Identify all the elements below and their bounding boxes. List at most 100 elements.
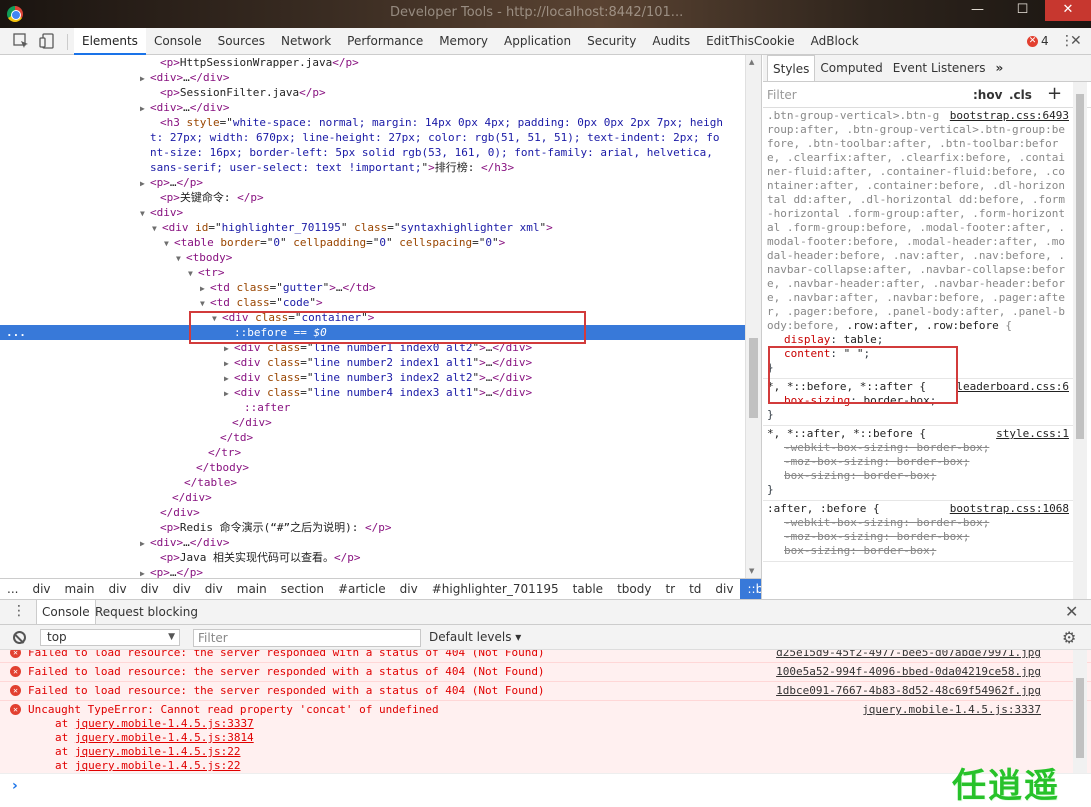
device-toolbar-icon[interactable]	[38, 32, 56, 50]
stack-frame[interactable]: at jquery.mobile-1.4.5.js:3337	[28, 717, 1091, 731]
breadcrumb-item[interactable]: ...	[0, 579, 25, 599]
tab-performance[interactable]: Performance	[339, 28, 431, 55]
maximize-button[interactable]: ☐	[1000, 0, 1045, 21]
error-counter[interactable]: ✕ 4	[1027, 34, 1049, 48]
class-toggle-button[interactable]: .cls	[1009, 88, 1032, 102]
declaration[interactable]: content: " ";	[767, 347, 1069, 361]
styles-filter-input[interactable]	[765, 85, 960, 105]
expanded-triangle-icon[interactable]: ▼	[212, 311, 222, 326]
dom-node[interactable]: ▶ <div>…</div>	[0, 70, 745, 85]
dom-node[interactable]: </td>	[0, 430, 745, 445]
source-link[interactable]: jquery.mobile-1.4.5.js:3337	[862, 703, 1041, 717]
new-style-rule-button[interactable]: +	[1047, 83, 1062, 104]
breadcrumb-item[interactable]: table	[566, 579, 610, 599]
expanded-triangle-icon[interactable]: ▼	[188, 266, 198, 281]
scroll-thumb[interactable]	[1076, 678, 1084, 758]
overridden-declaration[interactable]: -webkit-box-sizing: border-box;	[767, 516, 1069, 530]
collapsed-triangle-icon[interactable]: ▶	[200, 281, 210, 296]
property-name[interactable]: box-sizing	[784, 394, 850, 407]
close-window-button[interactable]: ✕	[1045, 0, 1091, 21]
styles-scrollbar[interactable]	[1073, 82, 1087, 599]
declaration[interactable]: box-sizing: border-box;	[767, 394, 1069, 408]
close-devtools-icon[interactable]: ✕	[1070, 33, 1082, 49]
dom-node[interactable]: ▼ <tr>	[0, 265, 745, 280]
dom-node[interactable]: <p>关键命令: </p>	[0, 190, 745, 205]
rule-source-link[interactable]: bootstrap.css:1068	[950, 502, 1069, 516]
source-link[interactable]: 1dbce091-7667-4b83-8d52-48c69f54962f.jpg	[776, 684, 1041, 698]
scroll-up-icon[interactable]: ▲	[749, 58, 754, 66]
scroll-thumb[interactable]	[749, 338, 758, 418]
collapsed-triangle-icon[interactable]: ▶	[140, 536, 150, 551]
property-value[interactable]: table	[844, 333, 877, 346]
breadcrumb-item[interactable]: div	[708, 579, 740, 599]
node-actions-icon[interactable]: ...	[6, 325, 26, 340]
dom-node[interactable]: ▼ <div id="highlighter_701195" class="syn…	[0, 220, 745, 235]
more-tabs-icon[interactable]: »	[990, 55, 1008, 81]
elements-scrollbar[interactable]: ▲ ▼	[745, 55, 761, 578]
overridden-declaration[interactable]: -moz-box-sizing: border-box;	[767, 530, 1069, 544]
expanded-triangle-icon[interactable]: ▼	[200, 296, 210, 311]
dom-node[interactable]: ▶ <div class="line number3 index2 alt2">……	[0, 370, 745, 385]
breadcrumb-item[interactable]: ::before	[740, 579, 761, 599]
breadcrumb-item[interactable]: #article	[331, 579, 393, 599]
tab-memory[interactable]: Memory	[431, 28, 496, 55]
overridden-declaration[interactable]: -webkit-box-sizing: border-box;	[767, 441, 1069, 455]
collapsed-triangle-icon[interactable]: ▶	[224, 371, 234, 386]
tab-security[interactable]: Security	[579, 28, 644, 55]
dom-node[interactable]: ▼ <td class="code">	[0, 295, 745, 310]
breadcrumb-item[interactable]: tbody	[610, 579, 658, 599]
breadcrumb-item[interactable]: #highlighter_701195	[425, 579, 566, 599]
collapsed-triangle-icon[interactable]: ▶	[140, 71, 150, 86]
context-select[interactable]: top ▼	[40, 629, 180, 646]
dom-node[interactable]: ▼ <table border="0" cellpadding="0" cells…	[0, 235, 745, 250]
dom-node[interactable]: ▼ <tbody>	[0, 250, 745, 265]
dom-node[interactable]: </table>	[0, 475, 745, 490]
dom-node[interactable]: ▶ <p>…</p>	[0, 565, 745, 578]
dom-node[interactable]: <p>HttpSessionWrapper.java</p>	[0, 55, 745, 70]
breadcrumb-item[interactable]: div	[134, 579, 166, 599]
property-name[interactable]: content	[784, 347, 830, 360]
collapsed-triangle-icon[interactable]: ▶	[224, 356, 234, 371]
dom-node[interactable]: </div>	[0, 490, 745, 505]
console-filter-input[interactable]	[193, 629, 421, 647]
tab-application[interactable]: Application	[496, 28, 579, 55]
console-error-message[interactable]: ✕ Failed to load resource: the server res…	[0, 663, 1091, 682]
collapsed-triangle-icon[interactable]: ▶	[140, 101, 150, 116]
stack-frame[interactable]: at jquery.mobile-1.4.5.js:22	[28, 759, 1091, 773]
hover-state-button[interactable]: :hov	[973, 88, 1002, 102]
dom-node[interactable]: ▶ <p>…</p>	[0, 175, 745, 190]
overridden-declaration[interactable]: -moz-box-sizing: border-box;	[767, 455, 1069, 469]
dom-node[interactable]: ▶ <div class="line number1 index0 alt2">……	[0, 340, 745, 355]
breadcrumb-item[interactable]: div	[166, 579, 198, 599]
declaration[interactable]: display: table;	[767, 333, 1069, 347]
dom-node[interactable]: ▶ <div class="line number2 index1 alt1">……	[0, 355, 745, 370]
tab-network[interactable]: Network	[273, 28, 339, 55]
breadcrumb-item[interactable]: tr	[658, 579, 682, 599]
collapsed-triangle-icon[interactable]: ▶	[224, 341, 234, 356]
breadcrumb-item[interactable]: div	[102, 579, 134, 599]
tab-computed[interactable]: Computed	[815, 55, 887, 81]
tab-styles[interactable]: Styles	[767, 55, 816, 81]
drawer-menu-icon[interactable]: ⋮	[12, 603, 26, 619]
collapsed-triangle-icon[interactable]: ▶	[140, 566, 150, 578]
dom-node[interactable]: ...::before == $0	[0, 325, 745, 340]
dom-node[interactable]: <p>Java 相关实现代码可以查看。</p>	[0, 550, 745, 565]
console-error-message[interactable]: ✕ Failed to load resource: the server res…	[0, 650, 1091, 663]
console-error-message[interactable]: ✕ Failed to load resource: the server res…	[0, 682, 1091, 701]
expanded-triangle-icon[interactable]: ▼	[176, 251, 186, 266]
collapsed-triangle-icon[interactable]: ▶	[224, 386, 234, 401]
breadcrumb-item[interactable]: main	[58, 579, 102, 599]
tab-audits[interactable]: Audits	[644, 28, 698, 55]
dom-node[interactable]: ▶ <div>…</div>	[0, 100, 745, 115]
tab-elements[interactable]: Elements	[74, 28, 146, 55]
dom-node[interactable]: ▼ <div>	[0, 205, 745, 220]
tab-sources[interactable]: Sources	[210, 28, 273, 55]
collapsed-triangle-icon[interactable]: ▶	[140, 176, 150, 191]
overridden-declaration[interactable]: box-sizing: border-box;	[767, 544, 1069, 558]
close-drawer-icon[interactable]: ✕	[1065, 602, 1078, 621]
tab-editthiscookie[interactable]: EditThisCookie	[698, 28, 803, 55]
dom-node[interactable]: ▶ <td class="gutter">…</td>	[0, 280, 745, 295]
property-value[interactable]: border-box	[863, 394, 929, 407]
dom-node[interactable]: </div>	[0, 505, 745, 520]
property-name[interactable]: display	[784, 333, 830, 346]
